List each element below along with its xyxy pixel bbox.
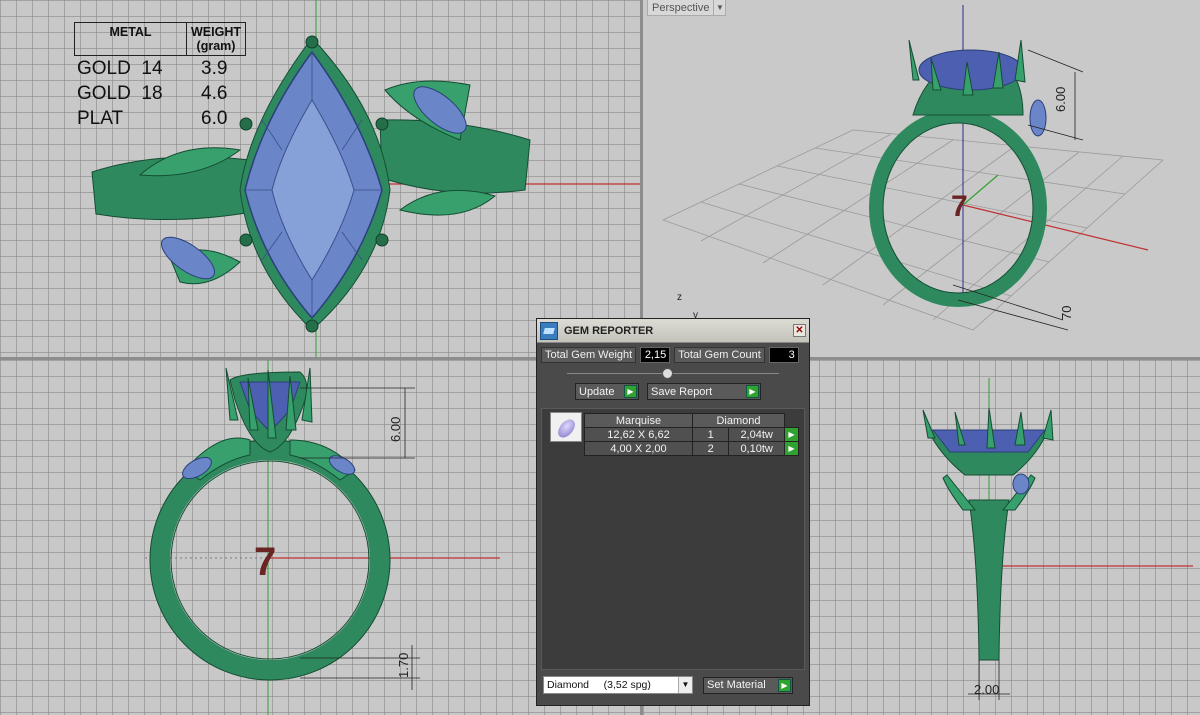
gem-count: 1 (691, 427, 730, 442)
persp-shank-dimension: 70 (1059, 306, 1074, 320)
head-height-dimension: 6.00 (388, 417, 403, 442)
save-report-button[interactable]: Save Report ▶ (647, 383, 761, 400)
viewport-title-dropdown[interactable]: Perspective ▼ (647, 0, 727, 16)
weight-header-label: WEIGHT (191, 25, 241, 39)
weight-header-unit: (gram) (196, 39, 236, 53)
close-icon[interactable]: ✕ (793, 324, 806, 337)
shank-dimension: 1.70 (396, 653, 411, 678)
gem-summary: Total Gem Weight 2,15 Total Gem Count 3 (537, 343, 809, 367)
set-material-button[interactable]: Set Material ▶ (703, 676, 793, 694)
metal-name: PLAT (77, 108, 124, 129)
play-arrow-icon: ▶ (624, 385, 637, 398)
metal-weight: 6.0 (201, 108, 228, 129)
gem-reporter-icon (540, 321, 558, 340)
window-title: GEM REPORTER (564, 324, 654, 337)
ring-size-label: 7 (254, 540, 276, 584)
top-viewport[interactable]: METAL WEIGHT (gram) GOLD 14 3.9 GOLD 18 … (0, 0, 640, 357)
slider-knob[interactable] (662, 368, 673, 379)
ring-shank (968, 499, 1010, 661)
side-gem (1029, 99, 1047, 137)
gem-weight: 0,10tw (728, 441, 785, 456)
gem-table: Marquise Diamond 12,62 X 6,62 1 2,04tw ▶… (584, 413, 799, 456)
set-material-button-label: Set Material (707, 679, 766, 691)
perspective-ring-render: 6.00 70 7 z y (661, 5, 1164, 331)
marquise-gem-icon (554, 416, 579, 441)
select-row-button[interactable]: ▶ (784, 427, 799, 442)
total-count-label: Total Gem Count (674, 347, 765, 363)
column-header-material: Diamond (692, 413, 785, 428)
metal-row: PLAT 6.0 (74, 106, 246, 131)
width-dimension: 2.00 (974, 682, 999, 697)
material-controls: Diamond (3,52 spg) ▼ Set Material ▶ (537, 671, 799, 699)
total-count-value: 3 (768, 347, 799, 363)
leaf-left (942, 474, 977, 511)
leaf-right-lower (398, 189, 497, 216)
total-weight-label: Total Gem Weight (541, 347, 637, 363)
table-row: 4,00 X 2,00 2 0,10tw ▶ (584, 441, 799, 456)
x-axis-line (962, 204, 1149, 251)
chevron-down-icon[interactable]: ▼ (713, 0, 725, 15)
gem-size: 4,00 X 2,00 (584, 441, 693, 456)
marquise-gem-thumbnail (550, 412, 582, 442)
persp-height-dimension: 6.00 (1053, 87, 1068, 112)
metal-row: GOLD 14 3.9 (74, 56, 246, 81)
table-row: 12,62 X 6,62 1 2,04tw ▶ (584, 427, 799, 442)
weight-header: WEIGHT (gram) (186, 22, 246, 56)
perspective-grid (661, 129, 1164, 331)
metal-name: GOLD 14 (77, 58, 163, 79)
total-weight-value: 2,15 (640, 347, 671, 363)
gem-reporter-window[interactable]: GEM REPORTER ✕ Total Gem Weight 2,15 Tot… (536, 318, 810, 706)
chevron-down-icon[interactable]: ▼ (678, 677, 692, 693)
play-arrow-icon: ▶ (778, 678, 791, 692)
update-button[interactable]: Update ▶ (575, 383, 639, 400)
window-titlebar[interactable]: GEM REPORTER ✕ (537, 319, 809, 343)
viewport-title: Perspective (652, 1, 710, 14)
metal-weight: 4.6 (201, 83, 228, 104)
metal-header: METAL (74, 22, 186, 56)
select-row-button[interactable]: ▶ (784, 441, 799, 456)
material-select[interactable]: Diamond (3,52 spg) ▼ (543, 676, 693, 694)
metal-weight: 3.9 (201, 58, 228, 79)
metal-weight-table: METAL WEIGHT (gram) GOLD 14 3.9 GOLD 18 … (74, 22, 246, 131)
column-header-shape: Marquise (584, 413, 693, 428)
gem-weight: 2,04tw (728, 427, 785, 442)
metal-name: GOLD 18 (77, 83, 163, 104)
ring-size-label: 7 (951, 190, 968, 223)
save-report-button-label: Save Report (651, 385, 713, 398)
gem-list-panel: Marquise Diamond 12,62 X 6,62 1 2,04tw ▶… (541, 408, 805, 670)
metal-row: GOLD 18 4.6 (74, 81, 246, 106)
gem-count: 2 (691, 441, 730, 456)
play-arrow-icon: ▶ (746, 385, 759, 398)
table-header-row: Marquise Diamond (584, 413, 799, 428)
splitter-slider[interactable] (567, 368, 779, 385)
perspective-viewport[interactable]: 6.00 70 7 z y Perspective ▼ (643, 0, 1200, 357)
side-gem (1012, 473, 1030, 495)
gem-size: 12,62 X 6,62 (584, 427, 693, 442)
axis-z-label: z (677, 292, 682, 303)
update-button-label: Update (579, 385, 615, 398)
material-select-value: Diamond (3,52 spg) (547, 679, 651, 691)
